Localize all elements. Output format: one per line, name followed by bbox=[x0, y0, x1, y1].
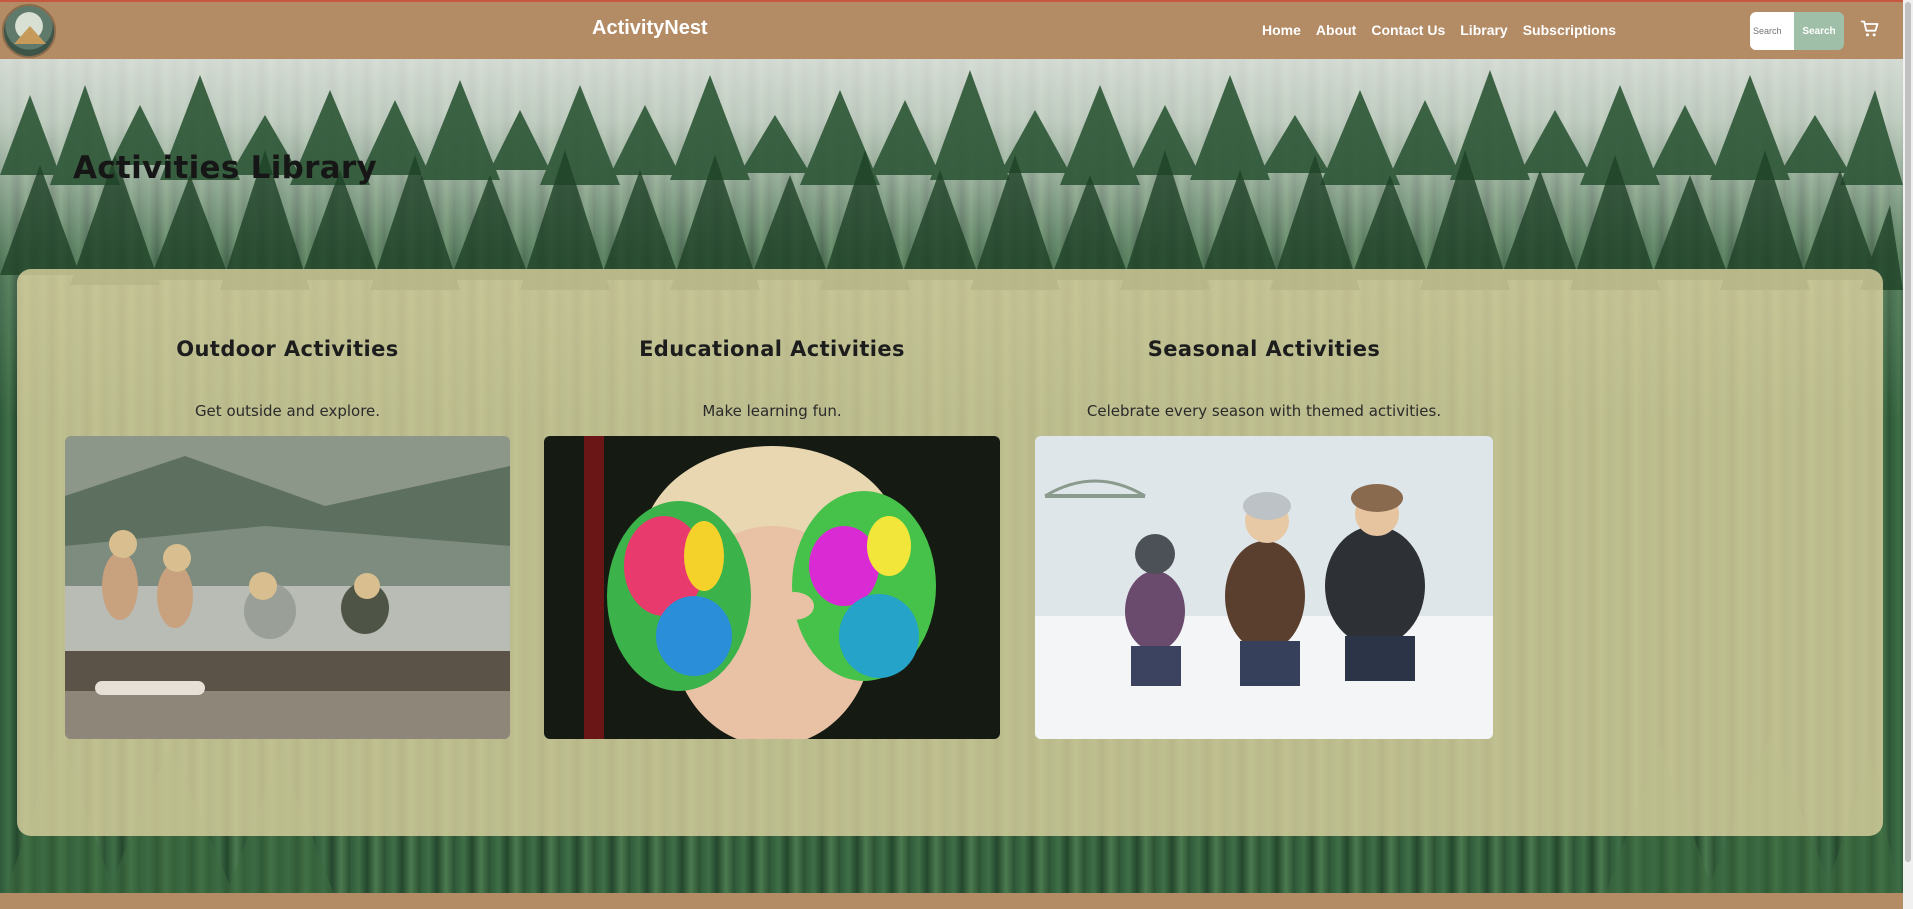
footer-strip bbox=[0, 893, 1903, 909]
cart-icon[interactable] bbox=[1860, 19, 1880, 39]
nav-home[interactable]: Home bbox=[1262, 22, 1301, 38]
brand-name[interactable]: ActivityNest bbox=[592, 17, 708, 40]
category-description: Make learning fun. bbox=[702, 402, 842, 420]
activities-panel: Outdoor Activities Get outside and explo… bbox=[17, 269, 1883, 836]
site-header: ActivityNest Home About Contact Us Libra… bbox=[0, 0, 1903, 59]
category-image-seasonal[interactable] bbox=[1035, 436, 1493, 739]
nav-contact-us[interactable]: Contact Us bbox=[1371, 22, 1445, 38]
category-title[interactable]: Seasonal Activities bbox=[1035, 337, 1493, 361]
category-description: Celebrate every season with themed activ… bbox=[1086, 402, 1442, 420]
site-logo[interactable] bbox=[2, 4, 56, 58]
scrollbar-thumb[interactable] bbox=[1905, 2, 1911, 862]
category-title[interactable]: Educational Activities bbox=[544, 337, 1000, 361]
search-button[interactable]: Search bbox=[1794, 12, 1844, 50]
mountain-icon bbox=[14, 26, 46, 44]
nav-library[interactable]: Library bbox=[1460, 22, 1507, 38]
main-nav: Home About Contact Us Library Subscripti… bbox=[1262, 22, 1616, 38]
category-title[interactable]: Outdoor Activities bbox=[65, 337, 510, 361]
nav-about[interactable]: About bbox=[1316, 22, 1356, 38]
category-image-educational[interactable] bbox=[544, 436, 1000, 739]
search-input[interactable] bbox=[1750, 12, 1794, 50]
nav-subscriptions[interactable]: Subscriptions bbox=[1523, 22, 1616, 38]
category-image-outdoor[interactable] bbox=[65, 436, 510, 739]
category-description: Get outside and explore. bbox=[194, 402, 381, 420]
page-title: Activities Library bbox=[73, 150, 378, 186]
page-scrollbar[interactable] bbox=[1903, 0, 1913, 909]
